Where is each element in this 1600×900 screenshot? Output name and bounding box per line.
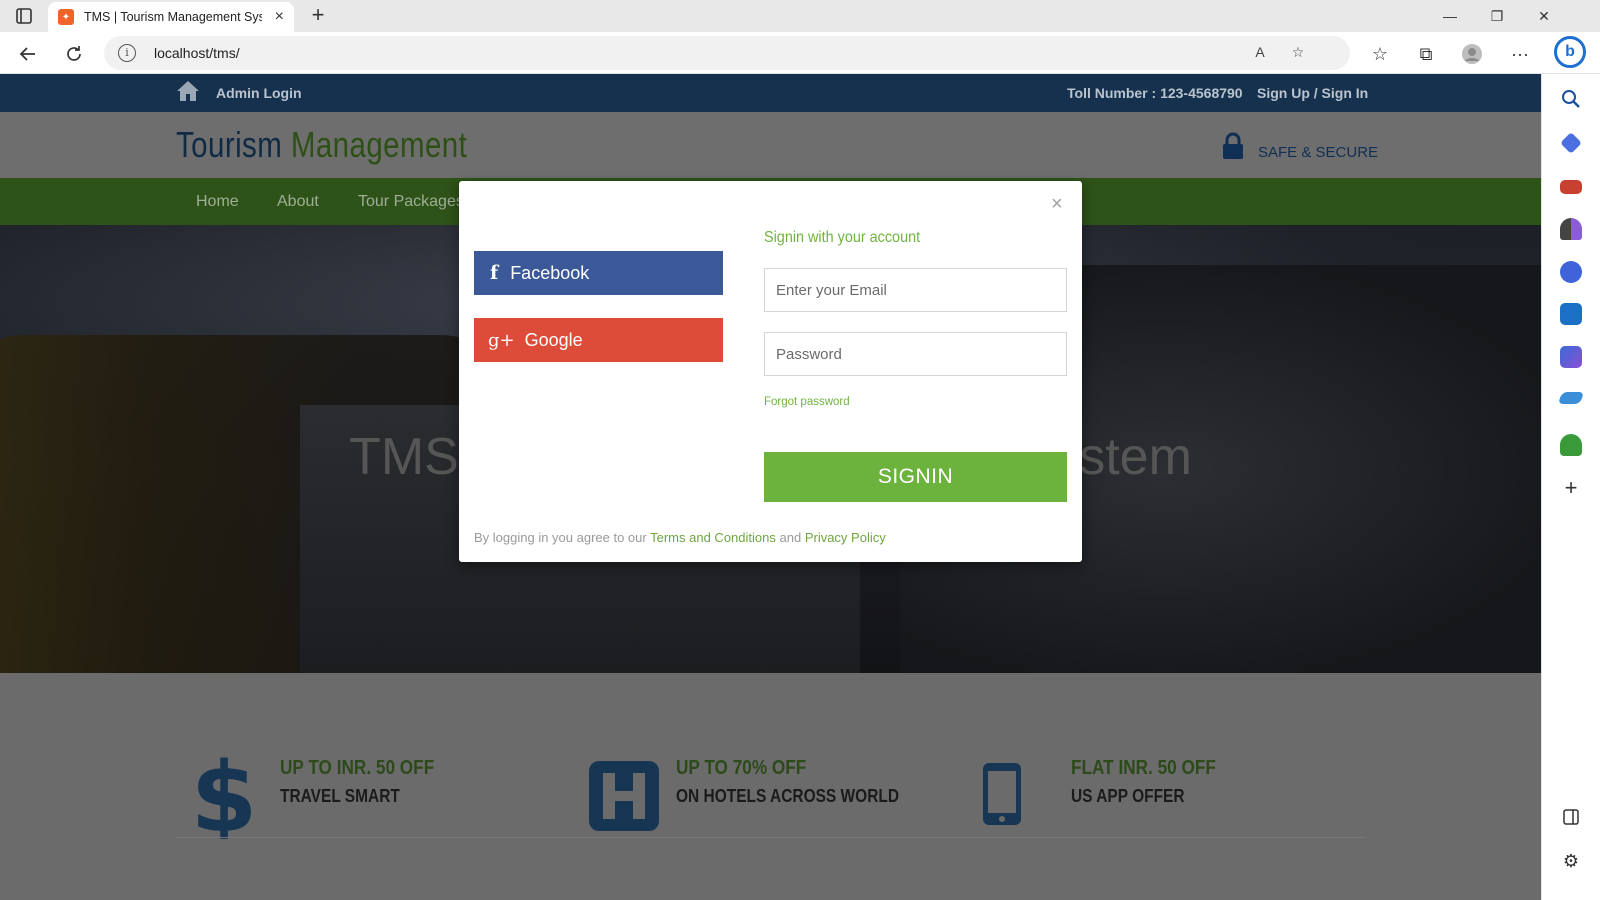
legal-prefix: By logging in you agree to our bbox=[474, 530, 647, 545]
copilot-icon[interactable]: b bbox=[1554, 36, 1586, 68]
add-sidebar-app-icon[interactable]: + bbox=[1560, 477, 1582, 500]
split-screen-icon[interactable] bbox=[1560, 806, 1582, 828]
legal-text: By logging in you agree to our Terms and… bbox=[474, 530, 886, 545]
browser-tab-bar: ✦ TMS | Tourism Management System × + — … bbox=[0, 0, 1600, 32]
browser-tab[interactable]: ✦ TMS | Tourism Management System × bbox=[48, 2, 294, 32]
tools-briefcase-icon[interactable] bbox=[1560, 180, 1582, 194]
tree-icon[interactable] bbox=[1560, 434, 1582, 456]
add-favorite-icon[interactable]: ☆ bbox=[1288, 44, 1308, 64]
reload-icon bbox=[67, 46, 81, 61]
restore-button[interactable]: ❐ bbox=[1485, 4, 1509, 28]
svg-text:$: $ bbox=[191, 753, 258, 839]
offer-heading: UP TO 70% OFF bbox=[676, 757, 807, 779]
toll-number: Toll Number : 123-4568790 bbox=[1067, 85, 1243, 101]
tms-page: Admin Login Toll Number : 123-4568790 Si… bbox=[0, 74, 1541, 900]
legal-and: and bbox=[779, 530, 802, 545]
profile-avatar[interactable] bbox=[1458, 40, 1486, 68]
minimize-button[interactable]: — bbox=[1438, 4, 1462, 28]
offers-section: $ UP TO INR. 50 OFF TRAVEL SMART UP TO 7… bbox=[0, 673, 1541, 900]
email-field bbox=[764, 268, 1067, 312]
games-icon[interactable] bbox=[1560, 218, 1582, 240]
tab-actions-icon[interactable] bbox=[14, 6, 34, 26]
google-plus-icon: g+ bbox=[488, 329, 515, 351]
signin-heading: Signin with your account bbox=[764, 229, 921, 246]
hotel-icon bbox=[589, 761, 659, 831]
offer-subtitle: TRAVEL SMART bbox=[280, 786, 400, 806]
facebook-login-button[interactable]: f Facebook bbox=[474, 251, 723, 295]
microsoft-365-icon[interactable] bbox=[1560, 261, 1582, 283]
address-bar[interactable]: i localhost/tms/ A ☆ bbox=[104, 36, 1350, 70]
brand-word-1: Tourism bbox=[176, 124, 283, 165]
signup-signin-link[interactable]: Sign Up / Sign In bbox=[1257, 85, 1368, 101]
collections-icon[interactable]: ⧉ bbox=[1412, 40, 1440, 68]
site-info-icon[interactable]: i bbox=[118, 44, 136, 62]
reload-button[interactable] bbox=[60, 40, 88, 68]
dollar-icon: $ bbox=[191, 753, 258, 839]
search-icon[interactable] bbox=[1560, 88, 1582, 110]
admin-login-link[interactable]: Admin Login bbox=[216, 85, 302, 101]
favorites-icon[interactable]: ☆ bbox=[1366, 40, 1394, 68]
facebook-icon: f bbox=[490, 262, 499, 284]
arrow-left-icon bbox=[19, 47, 35, 61]
offers-divider bbox=[176, 837, 1366, 838]
new-tab-button[interactable]: + bbox=[306, 4, 330, 28]
offer-subtitle: ON HOTELS ACROSS WORLD bbox=[676, 786, 900, 806]
back-button[interactable] bbox=[14, 40, 42, 68]
avatar-icon bbox=[1462, 44, 1482, 64]
password-field bbox=[764, 332, 1067, 376]
top-strip: Admin Login Toll Number : 123-4568790 Si… bbox=[0, 74, 1541, 112]
terms-link[interactable]: Terms and Conditions bbox=[650, 530, 776, 545]
send-icon[interactable] bbox=[1557, 392, 1585, 404]
edge-sidebar: + ⚙ bbox=[1541, 74, 1600, 900]
brand-word-2: Management bbox=[290, 124, 468, 165]
forgot-password-link[interactable]: Forgot password bbox=[764, 396, 850, 408]
offer-heading: FLAT INR. 50 OFF bbox=[1071, 757, 1216, 779]
site-header: Tourism Management SAFE & SECURE bbox=[0, 112, 1541, 178]
privacy-link[interactable]: Privacy Policy bbox=[805, 530, 886, 545]
more-menu-button[interactable]: ··· bbox=[1506, 40, 1534, 68]
offer-heading: UP TO INR. 50 OFF bbox=[280, 757, 435, 779]
read-aloud-icon[interactable]: A bbox=[1250, 44, 1270, 64]
url-text: localhost/tms/ bbox=[154, 45, 240, 61]
google-label: Google bbox=[524, 329, 583, 350]
shopping-tag-icon[interactable] bbox=[1560, 132, 1582, 154]
outlook-icon[interactable] bbox=[1560, 303, 1582, 325]
nav-about[interactable]: About bbox=[277, 193, 319, 211]
settings-gear-icon[interactable]: ⚙ bbox=[1560, 850, 1582, 872]
password-input[interactable] bbox=[765, 333, 1066, 375]
brand-logo[interactable]: Tourism Management bbox=[176, 124, 467, 166]
home-icon[interactable] bbox=[176, 80, 200, 102]
signin-button[interactable]: SIGNIN bbox=[764, 452, 1067, 502]
modal-close-icon[interactable]: × bbox=[1051, 193, 1063, 216]
browser-toolbar: i localhost/tms/ A ☆ ☆ ⧉ ··· bbox=[0, 32, 1600, 74]
lock-icon bbox=[1223, 132, 1243, 159]
facebook-label: Facebook bbox=[510, 262, 590, 283]
offer-subtitle: US APP OFFER bbox=[1071, 786, 1185, 806]
nav-home[interactable]: Home bbox=[196, 193, 239, 211]
close-window-button[interactable]: ✕ bbox=[1532, 4, 1556, 28]
signin-modal: × f Facebook g+ Google Signin with your … bbox=[459, 181, 1082, 562]
designer-icon[interactable] bbox=[1560, 346, 1582, 368]
email-input[interactable] bbox=[765, 269, 1066, 311]
safe-secure-label: SAFE & SECURE bbox=[1258, 144, 1379, 161]
nav-tour-packages[interactable]: Tour Packages bbox=[358, 193, 464, 211]
google-login-button[interactable]: g+ Google bbox=[474, 318, 723, 362]
tms-favicon-icon: ✦ bbox=[58, 9, 74, 25]
tab-close-icon[interactable]: × bbox=[275, 8, 284, 26]
tab-title: TMS | Tourism Management System bbox=[84, 10, 262, 24]
